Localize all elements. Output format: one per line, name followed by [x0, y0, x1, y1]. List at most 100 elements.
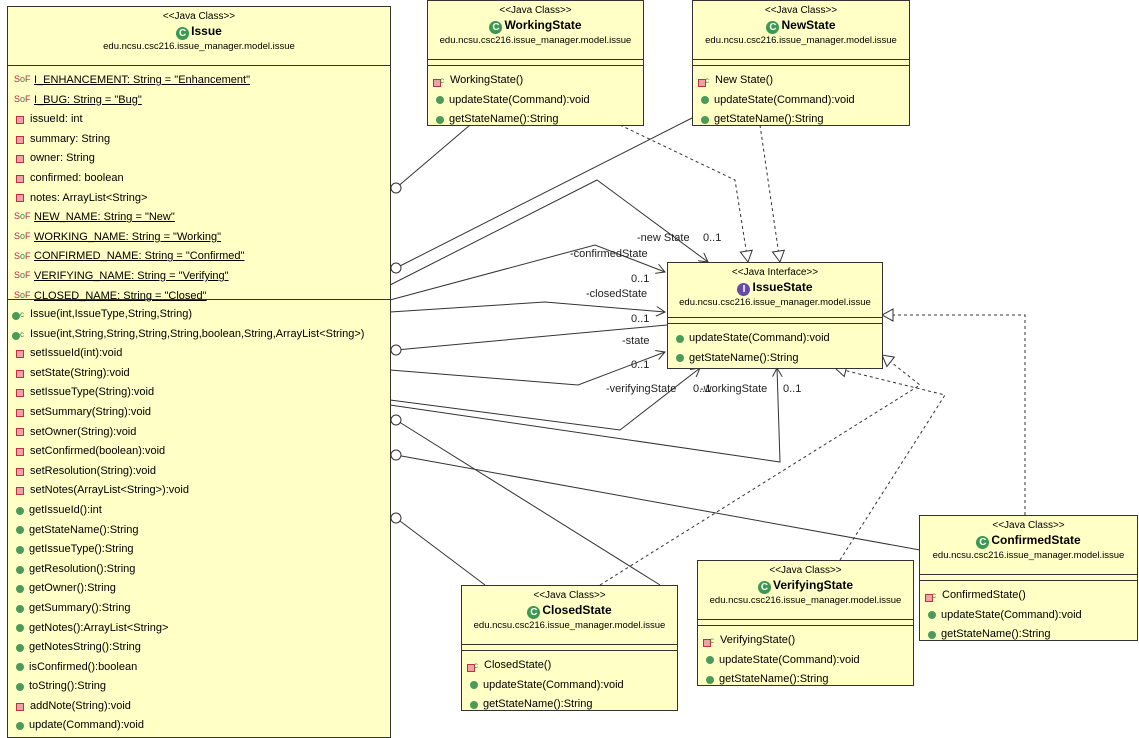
interface-issue-state[interactable]: <<Java Interface>> I IssueState edu.ncsu.…	[667, 262, 883, 369]
method-row[interactable]: getIssueId():int	[8, 501, 390, 521]
method-row-text: updateState(Command):void	[483, 678, 624, 691]
method-row[interactable]: setNotes(ArrayList<String>):void	[8, 481, 390, 501]
method-row[interactable]: updateState(Command):void	[698, 651, 913, 671]
method-row[interactable]: updateState(Command):void	[693, 91, 909, 111]
static-final-field-icon: SoF	[14, 231, 31, 242]
method-row[interactable]: setResolution(String):void	[8, 462, 390, 482]
attribute-row[interactable]: issueId: int	[8, 110, 390, 130]
method-row-text: Issue(int,String,String,String,String,bo…	[30, 327, 365, 340]
method-row[interactable]: c ClosedState()	[462, 656, 677, 676]
public-icon	[16, 526, 24, 535]
method-row[interactable]: updateState(Command):void	[462, 676, 677, 696]
method-row[interactable]: getStateName():String	[920, 625, 1137, 645]
method-row[interactable]: getOwner():String	[8, 579, 390, 599]
interface-icon: I	[737, 283, 751, 296]
public-icon	[16, 683, 24, 692]
attribute-row[interactable]: summary: String	[8, 130, 390, 150]
method-row[interactable]: setSummary(String):void	[8, 403, 390, 423]
method-list: updateState(Command):void getStateName():…	[668, 324, 882, 368]
package-name: edu.ncsu.csc216.issue_manager.model.issu…	[439, 35, 632, 46]
class-confirmed-state[interactable]: <<Java Class>> C ConfirmedState edu.ncsu.cs…	[919, 515, 1138, 641]
private-icon	[16, 174, 24, 183]
method-row[interactable]: updateState(Command):void	[668, 329, 882, 349]
method-row-text: updateState(Command):void	[941, 608, 1082, 621]
private-icon	[16, 194, 24, 203]
method-row-text: getStateName():String	[689, 351, 799, 364]
method-row-text: getStateName():String	[483, 698, 593, 711]
method-row[interactable]: updateState(Command):void	[428, 91, 643, 111]
method-row[interactable]: getStateName():String	[693, 110, 909, 130]
method-row[interactable]: toString():String	[8, 677, 390, 697]
method-row[interactable]: setState(String):void	[8, 364, 390, 384]
method-row[interactable]: c WorkingState()	[428, 71, 643, 91]
class-new-state[interactable]: <<Java Class>> C NewState edu.ncsu.csc216.i…	[692, 0, 910, 126]
static-final-field-icon: SoF	[14, 270, 31, 281]
method-row-text: getStateName():String	[714, 113, 824, 126]
method-row[interactable]: getIssueType():String	[8, 540, 390, 560]
attribute-row[interactable]: SoF NEW_NAME: String = "New"	[8, 208, 390, 228]
method-row[interactable]: c VerifyingState()	[698, 631, 913, 651]
method-row[interactable]: c Issue(int,String,String,String,String,b…	[8, 325, 390, 345]
attribute-row[interactable]: SoF WORKING_NAME: String = "Working"	[8, 228, 390, 248]
method-row[interactable]: setOwner(String):void	[8, 423, 390, 443]
public-icon	[928, 630, 936, 639]
public-icon	[676, 354, 684, 363]
method-row-text: getStateName():String	[449, 113, 559, 126]
attribute-row[interactable]: SoF CONFIRMED_NAME: String = "Confirmed"	[8, 247, 390, 267]
method-row[interactable]: update(Command):void	[8, 716, 390, 736]
method-row[interactable]: c New State()	[693, 71, 909, 91]
method-row-text: setOwner(String):void	[30, 425, 137, 438]
method-row[interactable]: setConfirmed(boolean):void	[8, 442, 390, 462]
stereotype: <<Java Class>>	[992, 520, 1065, 531]
realization-confirmed	[880, 308, 1026, 515]
method-row-text: setState(String):void	[30, 366, 130, 379]
class-issue[interactable]: <<Java Class>> C Issue edu.ncsu.csc216.is…	[7, 6, 391, 738]
method-row[interactable]: updateState(Command):void	[920, 606, 1137, 626]
method-row[interactable]: getNotesString():String	[8, 638, 390, 658]
method-row[interactable]: setIssueType(String):void	[8, 383, 390, 403]
attribute-row[interactable]: SoF VERIFYING_NAME: String = "Verifying"	[8, 267, 390, 287]
method-row-text: getIssueId():int	[29, 503, 102, 516]
static-final-field-icon: SoF	[14, 93, 31, 104]
attribute-row[interactable]: confirmed: boolean	[8, 169, 390, 189]
assoc-closed	[389, 301, 665, 312]
public-icon	[706, 675, 714, 684]
class-name: ConfirmedState	[991, 533, 1081, 547]
method-row[interactable]: c Issue(int,IssueType,String,String)	[8, 305, 390, 325]
method-row[interactable]: c ConfirmedState()	[920, 586, 1137, 606]
method-row[interactable]: getStateName():String	[698, 670, 913, 690]
method-row-text: isConfirmed():boolean	[29, 660, 138, 673]
attribute-list: SoF I_ENHANCEMENT: String = "Enhancement"…	[8, 66, 390, 302]
method-row[interactable]: getResolution():String	[8, 560, 390, 580]
method-row[interactable]: setIssueId(int):void	[8, 344, 390, 364]
method-row[interactable]: getStateName():String	[668, 349, 882, 369]
method-row[interactable]: isConfirmed():boolean	[8, 658, 390, 678]
composition-markers	[390, 182, 402, 524]
class-closed-state[interactable]: <<Java Class>> C ClosedState edu.ncsu.csc21…	[461, 585, 678, 711]
attribute-row[interactable]: owner: String	[8, 149, 390, 169]
attribute-row[interactable]: SoF I_BUG: String = "Bug"	[8, 91, 390, 111]
method-row-text: VerifyingState()	[720, 634, 796, 646]
attribute-row-text: summary: String	[30, 132, 111, 145]
method-row[interactable]: addNote(String):void	[8, 697, 390, 717]
static-final-field-icon: SoF	[14, 74, 31, 85]
package-name: edu.ncsu.csc216.issue_manager.model.issu…	[932, 550, 1125, 561]
public-icon	[928, 611, 936, 620]
attribute-row-text: WORKING_NAME: String = "Working"	[34, 230, 222, 243]
class-icon: C	[176, 27, 190, 40]
method-row[interactable]: getNotes():ArrayList<String>	[8, 619, 390, 639]
class-working-state[interactable]: <<Java Class>> C WorkingState edu.ncsu.csc2…	[427, 0, 644, 126]
method-row[interactable]: getStateName():String	[462, 695, 677, 715]
method-row[interactable]: getSummary():String	[8, 599, 390, 619]
attribute-row[interactable]: notes: ArrayList<String>	[8, 189, 390, 209]
method-row[interactable]: getStateName():String	[428, 110, 643, 130]
attribute-row[interactable]: SoF I_ENHANCEMENT: String = "Enhancement"	[8, 71, 390, 91]
private-icon	[16, 467, 24, 476]
class-name: NewState	[781, 18, 836, 32]
method-row[interactable]: getStateName():String	[8, 521, 390, 541]
method-list: c Issue(int,IssueType,String,String) c Issu…	[8, 300, 390, 736]
stereotype: <<Java Class>>	[764, 5, 838, 16]
class-verifying-state[interactable]: <<Java Class>> C VerifyingState edu.ncsu.cs…	[697, 560, 914, 686]
stereotype: <<Java Class>>	[162, 11, 236, 22]
stereotype: <<Java Class>>	[769, 565, 842, 576]
